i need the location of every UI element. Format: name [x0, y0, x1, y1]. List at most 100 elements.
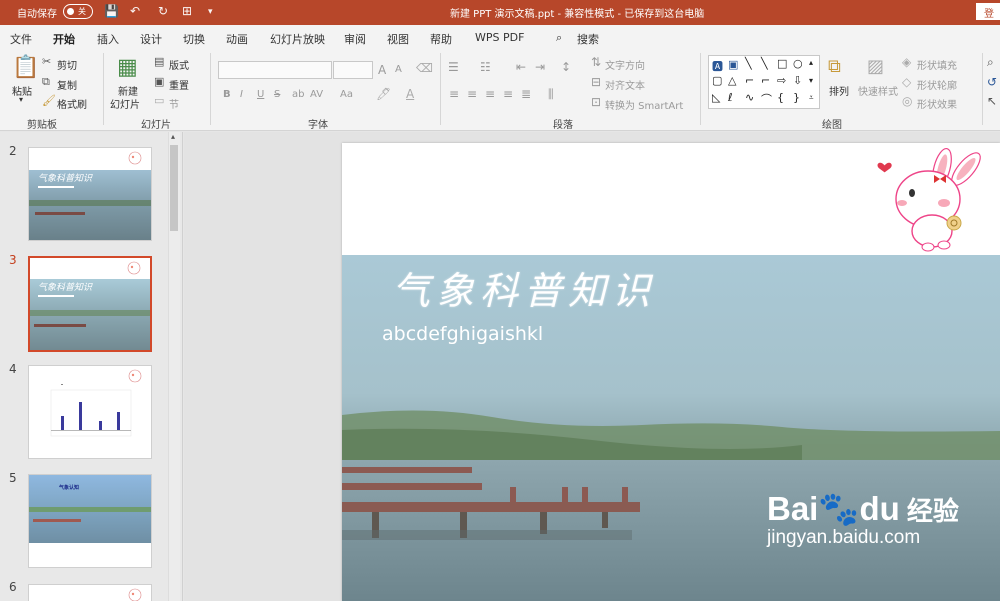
current-slide[interactable]: 气象科普知识 abcdefghigaishkl Bai🐾du 经验 jingya…	[342, 143, 1000, 601]
shape-effects-icon[interactable]: ◎	[902, 94, 912, 108]
search-icon[interactable]: ⌕	[556, 31, 562, 45]
slide-thumbnail-4[interactable]	[28, 365, 152, 459]
gallery-more-icon[interactable]: ⩡	[809, 93, 814, 103]
shape-effects-button[interactable]: 形状效果	[917, 96, 957, 111]
slide-thumbnail-3[interactable]: 气象科普知识	[28, 256, 152, 352]
triangle-shape-icon[interactable]: △	[728, 74, 736, 87]
section-icon[interactable]: ▭	[154, 94, 164, 107]
shape-gallery[interactable]: 🅰 ▣ ╲ ╲ □ ○ ▢ △ ⌐ ⌐ ⇨ ⇩ ◺ ℓ ∿ ⌒ { } ▴ ▾ …	[708, 55, 820, 109]
char-spacing-button[interactable]: AV	[310, 89, 323, 100]
font-size-combo[interactable]	[333, 61, 373, 79]
align-text-button[interactable]: 对齐文本	[605, 77, 645, 92]
copy-button[interactable]: 复制	[57, 77, 77, 92]
undo-icon[interactable]: ↶	[130, 4, 140, 18]
thumbnail-scroll-thumb[interactable]	[170, 145, 178, 231]
rounded-rect-shape-icon[interactable]: ▢	[712, 74, 722, 87]
shape-fill-button[interactable]: 形状填充	[917, 57, 957, 72]
tab-slideshow[interactable]: 幻灯片放映	[270, 31, 325, 47]
change-case-button[interactable]: Aa	[340, 89, 353, 100]
slide-thumbnail-2[interactable]: 气象科普知识	[28, 147, 152, 241]
shape-outline-button[interactable]: 形状轮廓	[917, 77, 957, 92]
redo-icon[interactable]: ↻	[158, 4, 168, 18]
arrange-button[interactable]: 排列	[829, 83, 849, 98]
curve-shape-icon[interactable]: ∿	[745, 91, 754, 104]
line-spacing-icon[interactable]: ↕	[561, 60, 571, 74]
tab-design[interactable]: 设计	[140, 31, 162, 47]
reset-icon[interactable]: ▣	[154, 75, 164, 88]
strikethrough-button[interactable]: S	[274, 89, 280, 100]
search-label[interactable]: 搜索	[577, 31, 599, 47]
text-shadow-button[interactable]: ab	[292, 89, 304, 100]
format-painter-icon[interactable]: 🖌	[42, 94, 56, 107]
copy-icon[interactable]: ⧉	[42, 75, 50, 89]
tab-insert[interactable]: 插入	[97, 31, 119, 47]
quick-styles-icon[interactable]: ▨	[867, 56, 884, 77]
align-center-icon[interactable]: ≡	[467, 87, 477, 101]
text-direction-button[interactable]: 文字方向	[605, 57, 645, 72]
italic-button[interactable]: I	[240, 89, 243, 100]
columns-icon[interactable]: ⫼	[548, 87, 554, 102]
slide-subtitle[interactable]: abcdefghigaishkl	[382, 323, 543, 345]
textbox-shape-icon[interactable]: 🅰	[712, 58, 723, 74]
format-painter-button[interactable]: 格式刷	[57, 96, 87, 111]
signin-button[interactable]: 登录	[976, 3, 1000, 35]
tab-file[interactable]: 文件	[10, 31, 32, 47]
autosave-toggle[interactable]: 关	[63, 4, 93, 19]
align-left-icon[interactable]: ≡	[449, 87, 459, 101]
slide-thumbnail-5[interactable]: 气象认知	[28, 474, 152, 568]
down-arrow-shape-icon[interactable]: ⇩	[793, 74, 802, 87]
replace-icon[interactable]: ↺	[987, 75, 997, 89]
tab-animations[interactable]: 动画	[226, 31, 248, 47]
tab-transitions[interactable]: 切换	[183, 31, 205, 47]
bold-button[interactable]: B	[223, 89, 231, 100]
arrow-line-shape-icon[interactable]: ╲	[761, 57, 768, 70]
increase-indent-icon[interactable]: ⇥	[535, 60, 545, 74]
layout-icon[interactable]: ▤	[154, 55, 164, 68]
text-direction-icon[interactable]: ⇅	[591, 55, 601, 69]
shrink-font-button[interactable]: A	[395, 64, 402, 75]
elbow-arrow-shape-icon[interactable]: ⌐	[761, 74, 770, 87]
highlight-icon[interactable]: 🖊	[376, 87, 391, 101]
present-icon[interactable]: ⊞	[182, 4, 192, 18]
customize-quick-access-icon[interactable]: ▾	[208, 7, 213, 17]
tab-home[interactable]: 开始	[53, 31, 75, 52]
right-brace-shape-icon[interactable]: }	[793, 91, 800, 104]
clear-format-icon[interactable]: ⌫	[416, 61, 433, 75]
underline-button[interactable]: U	[257, 89, 264, 100]
rectangle-shape-icon[interactable]: □	[777, 57, 787, 70]
bullets-icon[interactable]: ☰	[448, 60, 459, 74]
vertical-textbox-shape-icon[interactable]: ▣	[728, 58, 738, 71]
slide-title[interactable]: 气象科普知识	[392, 260, 656, 315]
arc-shape-icon[interactable]: ⌒	[761, 91, 772, 107]
scroll-up-icon[interactable]: ▴	[171, 132, 175, 141]
cut-icon[interactable]: ✂	[42, 55, 51, 68]
left-brace-shape-icon[interactable]: {	[777, 91, 784, 104]
distribute-icon[interactable]: ≣	[521, 87, 531, 101]
quick-styles-button[interactable]: 快速样式	[858, 83, 898, 98]
gallery-down-icon[interactable]: ▾	[809, 76, 813, 85]
font-name-combo[interactable]	[218, 61, 332, 79]
grow-font-button[interactable]: A	[378, 63, 386, 77]
callout-shape-icon[interactable]: ◺	[712, 91, 720, 104]
elbow-connector-shape-icon[interactable]: ⌐	[745, 74, 754, 87]
tab-review[interactable]: 审阅	[344, 31, 366, 47]
freeform-shape-icon[interactable]: ℓ	[728, 91, 733, 104]
select-icon[interactable]: ↖	[987, 94, 997, 108]
justify-icon[interactable]: ≡	[503, 87, 513, 101]
align-right-icon[interactable]: ≡	[485, 87, 495, 101]
numbering-icon[interactable]: ☷	[480, 60, 491, 74]
smartart-icon[interactable]: ⊡	[591, 95, 601, 109]
layout-button[interactable]: 版式	[169, 57, 189, 72]
reset-button[interactable]: 重置	[169, 77, 189, 92]
save-icon[interactable]: 💾	[104, 4, 119, 18]
font-color-icon[interactable]: A	[406, 87, 414, 101]
find-icon[interactable]: ⌕	[987, 55, 994, 70]
tab-wps-pdf[interactable]: WPS PDF	[475, 31, 524, 44]
oval-shape-icon[interactable]: ○	[793, 57, 803, 70]
line-shape-icon[interactable]: ╲	[745, 57, 752, 70]
shape-outline-icon[interactable]: ◇	[902, 75, 911, 89]
arrange-icon[interactable]: ⧉	[828, 56, 841, 77]
section-button[interactable]: 节	[169, 96, 179, 111]
align-text-icon[interactable]: ⊟	[591, 75, 601, 89]
gallery-up-icon[interactable]: ▴	[809, 58, 813, 67]
